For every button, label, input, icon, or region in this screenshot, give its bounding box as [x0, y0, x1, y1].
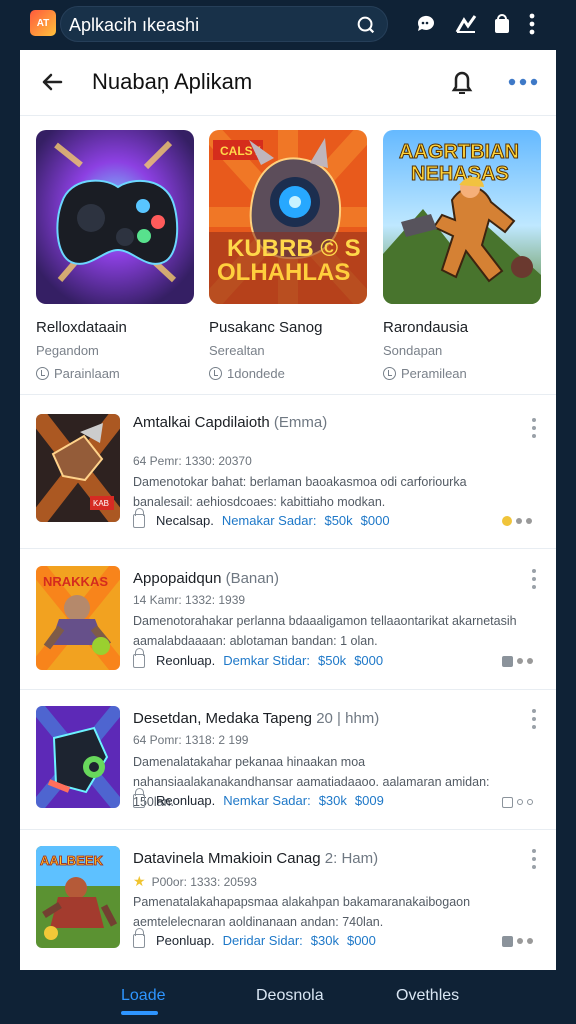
list-description: Damenotorahakar perlanna bdaaaligamon te…	[133, 614, 517, 648]
check-circle-icon	[36, 367, 49, 380]
lock-icon	[133, 927, 145, 948]
more-vertical-icon[interactable]	[530, 848, 538, 870]
featured-image-adventure[interactable]: AAGRTBIAN NEHASAS	[383, 130, 541, 304]
app-icon[interactable]: AT	[30, 10, 56, 36]
chat-icon[interactable]	[414, 12, 438, 36]
list-description: Pamenatalakahapapsmaa alakahpan bakamara…	[133, 895, 471, 929]
more-vertical-icon[interactable]	[530, 708, 538, 730]
check-circle-icon	[383, 367, 396, 380]
art-title-line-1: AAGRTBIAN	[399, 141, 519, 163]
search-icon[interactable]	[355, 14, 377, 36]
featured-card[interactable]: CALSY KUBRB © S OLHAHLAS Pusakanc Sanog …	[209, 130, 367, 381]
chart-icon[interactable]	[454, 12, 478, 36]
search-input[interactable]	[69, 13, 329, 37]
featured-title: Pusakanc Sanog	[209, 319, 323, 336]
bell-icon[interactable]	[448, 67, 476, 97]
list-meta: ★ P00or: 1333: 20593	[133, 873, 257, 889]
lock-icon	[133, 647, 145, 668]
featured-card[interactable]: Relloxdataain Pegandom Parainlaam	[36, 130, 194, 381]
page-title: Nuabaņ Aplikam	[92, 69, 253, 94]
list-item[interactable]: NRAKKAS Appopaidqun (Banan) 14 Kamr: 133…	[20, 550, 556, 690]
list-item[interactable]: AALBEEK Datavinela Mmakioin Canag 2: Ham…	[20, 830, 556, 970]
featured-card[interactable]: AAGRTBIAN NEHASAS Rarondausia Sondapan P…	[383, 130, 541, 381]
thumbnail-badge: NRAKKAS	[43, 574, 108, 589]
list-footer: Necalsap. Nemakar Sadar: $50k $000	[133, 507, 390, 528]
list-thumbnail[interactable]: NRAKKAS	[36, 566, 120, 670]
list-meta: 14 Kamr: 1332: 1939	[133, 593, 246, 607]
bottom-navigation: Loade Deosnola Ovethles	[20, 970, 556, 1024]
active-tab-indicator	[121, 1011, 158, 1015]
list-item[interactable]: KAB Amtalkai Capdilaioth (Emma) 64 Pemr:…	[20, 409, 556, 549]
list-meta: 64 Pomr: 1318: 2 199	[133, 733, 249, 747]
top-app-bar: AT	[0, 0, 576, 50]
nav-tab-loade[interactable]: Loade	[121, 987, 166, 1005]
art-title-line-2: OLHAHLAS	[217, 259, 350, 286]
status-indicator	[502, 514, 538, 528]
list-footer: Reonluap. Nemkar Sadar: $30k $009	[133, 787, 384, 808]
more-vertical-icon[interactable]	[530, 417, 538, 439]
list-footer: Peonluap. Deridar Sidar: $30k $000	[133, 927, 376, 948]
nav-tab-ovethles[interactable]: Ovethles	[396, 987, 459, 1005]
featured-meta: Parainlaam	[36, 366, 194, 381]
list-footer: Reonluap. Demkar Stidar: $50k $000	[133, 647, 383, 668]
list-item[interactable]: Desetdan, Medaka Tapeng 20 | hhm) 64 Pom…	[20, 690, 556, 830]
status-indicator	[502, 654, 538, 668]
featured-image-controller[interactable]	[36, 130, 194, 304]
list-title: Desetdan, Medaka Tapeng 20 | hhm)	[133, 710, 380, 727]
status-indicator	[502, 795, 538, 809]
lock-icon	[133, 507, 145, 528]
lock-icon	[133, 787, 145, 808]
featured-subtitle: Sondapan	[383, 343, 443, 358]
thumbnail-badge: KAB	[93, 499, 109, 508]
check-circle-icon	[209, 367, 222, 380]
featured-title: Rarondausia	[383, 319, 469, 336]
section-divider	[20, 394, 556, 395]
featured-title: Relloxdataain	[36, 319, 127, 336]
more-vertical-icon[interactable]	[530, 568, 538, 590]
cart-icon[interactable]	[490, 12, 514, 36]
list-thumbnail[interactable]	[36, 706, 120, 808]
list-meta: 64 Pemr: 1330: 20370	[133, 454, 252, 468]
back-arrow-icon[interactable]	[38, 68, 66, 96]
featured-meta: Peramilean	[383, 366, 541, 381]
list-thumbnail[interactable]: AALBEEK	[36, 846, 120, 948]
featured-subtitle: Pegandom	[36, 343, 99, 358]
list-title: Datavinela Mmakioin Canag 2: Ham)	[133, 850, 379, 867]
nav-tab-deosnola[interactable]: Deosnola	[256, 987, 324, 1005]
more-vertical-icon[interactable]	[524, 12, 540, 36]
status-indicator	[502, 934, 538, 948]
star-icon: ★	[133, 873, 146, 889]
list-title: Appopaidqun (Banan)	[133, 570, 279, 587]
art-title-line-1: KUBRB © S	[227, 235, 361, 262]
featured-image-robot[interactable]: CALSY KUBRB © S OLHAHLAS	[209, 130, 367, 304]
page-header: Nuabaņ Aplikam	[20, 50, 556, 116]
more-horizontal-icon[interactable]	[506, 72, 540, 92]
list-title: Amtalkai Capdilaioth (Emma)	[133, 414, 328, 431]
featured-subtitle: Serealtan	[209, 343, 265, 358]
search-bar[interactable]	[60, 6, 388, 42]
store-panel: Nuabaņ Aplikam Relloxdataain Pegandom P…	[20, 50, 556, 970]
thumbnail-badge: AALBEEK	[40, 853, 103, 868]
art-title-line-2: NEHASAS	[411, 163, 509, 185]
featured-meta: 1dondede	[209, 366, 367, 381]
list-description: Damenotokar bahat: berlaman baoakasmoa o…	[133, 475, 467, 509]
list-thumbnail[interactable]: KAB	[36, 414, 120, 522]
